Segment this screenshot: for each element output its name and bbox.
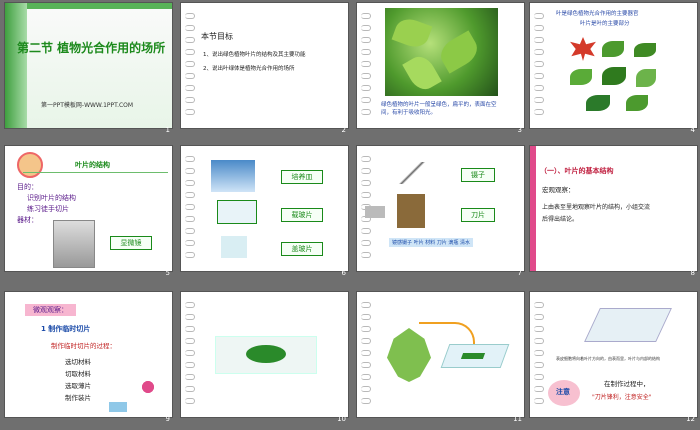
slide-4-thumbnail[interactable]: 叶是绿色植物光合作用的主要器官 叶片是叶的主要部分 4: [530, 3, 697, 134]
slide-preparation-diagram: [584, 308, 672, 342]
leaf-icon: [586, 95, 610, 111]
slide-4-header-1: 叶是绿色植物光合作用的主要器官: [556, 11, 639, 17]
petri-dish-label: 培养皿: [281, 170, 323, 184]
slide-2-heading: 本节目标: [201, 32, 233, 41]
slide-9-heading: 微观观察：: [25, 304, 76, 316]
slide-12-text-2: "刀片锋利，注意安全": [592, 394, 652, 401]
cartoon-character-icon: [17, 152, 43, 178]
slide-number: 11: [513, 415, 522, 423]
cover-slip-photo: [221, 236, 247, 258]
slide-9-sub: 制作临时切片的过程：: [51, 342, 116, 350]
leaf-icon: [636, 69, 656, 87]
slide-number: 9: [165, 415, 170, 423]
leaf-on-slide-photo: [215, 336, 317, 374]
slide-8-heading: （一）、叶片的基本结构: [540, 167, 614, 175]
tweezers-photo: [397, 162, 427, 184]
slide-9-item: 选切材料: [65, 358, 91, 366]
slide-9-item: 选取薄片: [65, 382, 91, 390]
slide-number: 8: [690, 269, 695, 277]
razor-photo: [397, 194, 425, 228]
cover-slip-label: 盖玻片: [281, 242, 323, 256]
slide-number: 2: [341, 126, 346, 134]
petri-dish-photo: [211, 160, 255, 192]
arrow-icon: [419, 322, 475, 344]
leaf-icon: [570, 69, 592, 85]
slide-5-line: 器材：: [17, 216, 38, 224]
tweezers-label: 镊子: [461, 168, 495, 182]
slide-1-title: 第二节 植物光合作用的场所: [17, 41, 166, 55]
leaf-icon: [634, 43, 656, 57]
leaf-icon: [602, 41, 624, 57]
slide-number: 12: [686, 415, 695, 423]
slide-1-thumbnail[interactable]: 第二节 植物光合作用的场所 第一PPT模板网-WWW.1PPT.COM 1: [5, 3, 172, 134]
glass-slide-photo: [217, 200, 257, 224]
microscope-label: 显微镜: [110, 236, 152, 250]
slide-1-footer: 第一PPT模板网-WWW.1PPT.COM: [41, 102, 134, 109]
slide-2-item-2: 2、说出叶绿体是植物光合作用的场所: [203, 66, 295, 72]
slide-2-item-1: 1、说出绿色植物叶片的结构及其主要功能: [203, 52, 306, 58]
ginkgo-leaves-photo: [385, 8, 498, 96]
slide-4-header-2: 叶片是叶的主要部分: [580, 21, 630, 27]
slide-9-item: 切取材料: [65, 370, 91, 378]
slide-10-thumbnail[interactable]: 10: [181, 292, 348, 423]
slide-number: 6: [341, 269, 346, 277]
slide-7-note: 镜感镊子 叶片 材料 刀片 滴瓶 清水: [389, 238, 473, 247]
leaf-icon: [602, 67, 626, 85]
microscope-photo: [53, 220, 95, 268]
slide-2-thumbnail[interactable]: 本节目标 1、说出绿色植物叶片的结构及其主要功能 2、说出叶绿体是植物光合作用的…: [181, 3, 348, 134]
next-arrow-button[interactable]: [109, 402, 127, 412]
slide-5-line: 练习徒手切片: [27, 205, 69, 213]
slide-number: 3: [517, 126, 522, 134]
slide-number: 4: [690, 126, 695, 134]
slide-number: 10: [337, 415, 346, 423]
slide-5-line: 识别叶片的结构: [27, 194, 76, 202]
slide-number: 1: [165, 126, 170, 134]
slide-5-thumbnail[interactable]: 叶片的结构 目的： 识别叶片的结构 练习徒手切片 器材： 显微镜 5: [5, 146, 172, 277]
blade-photo: [365, 206, 385, 218]
slide-8-thumbnail[interactable]: （一）、叶片的基本结构 宏观观察： 上由表至里地观察叶片的结构，小组交流 后得出…: [530, 146, 697, 277]
slide-9-step: 1 制作临时切片: [41, 325, 91, 333]
slide-8-body-2: 后得出结论。: [542, 216, 579, 223]
slide-number: 5: [165, 269, 170, 277]
slide-5-title: 叶片的结构: [75, 161, 110, 169]
slide-11-thumbnail[interactable]: 11: [357, 292, 524, 423]
slide-8-sub: 宏观观察：: [542, 186, 575, 194]
slide-5-line: 目的：: [17, 183, 38, 191]
flower-icon: [137, 378, 159, 408]
slide-3-thumbnail[interactable]: 绿色植物的叶片一般呈绿色，扁平的，表面在空间，有利于吸收阳光。 3: [357, 3, 524, 134]
slide-number: 7: [517, 269, 522, 277]
slide-3-caption: 绿色植物的叶片一般呈绿色，扁平的，表面在空间，有利于吸收阳光。: [381, 102, 497, 116]
slide-8-body-1: 上由表至里地观察叶片的结构，小组交流: [542, 204, 651, 211]
slide-12-thumbnail[interactable]: 表皮细胞将向着叶片方向的，由表而里，叶片与内部的结构 注意 在制作过程中， "刀…: [530, 292, 697, 423]
slide-9-item: 制作装片: [65, 394, 91, 402]
maple-leaf-icon: [570, 37, 596, 61]
slide-6-thumbnail[interactable]: 培养皿 载玻片 盖玻片 6: [181, 146, 348, 277]
slide-12-text-1: 在制作过程中，: [604, 380, 650, 388]
glass-slide-diagram: [440, 344, 510, 368]
leaf-icon: [626, 95, 648, 111]
warning-label: 注意: [556, 388, 570, 396]
slide-label: 载玻片: [281, 208, 323, 222]
slide-12-caption: 表皮细胞将向着叶片方向的，由表而里，叶片与内部的结构: [556, 356, 660, 361]
slide-9-thumbnail[interactable]: 微观观察： 1 制作临时切片 制作临时切片的过程： 选切材料 切取材料 选取薄片…: [5, 292, 172, 423]
slide-7-thumbnail[interactable]: 镊子 刀片 镜感镊子 叶片 材料 刀片 滴瓶 清水 7: [357, 146, 524, 277]
blade-label: 刀片: [461, 208, 495, 222]
